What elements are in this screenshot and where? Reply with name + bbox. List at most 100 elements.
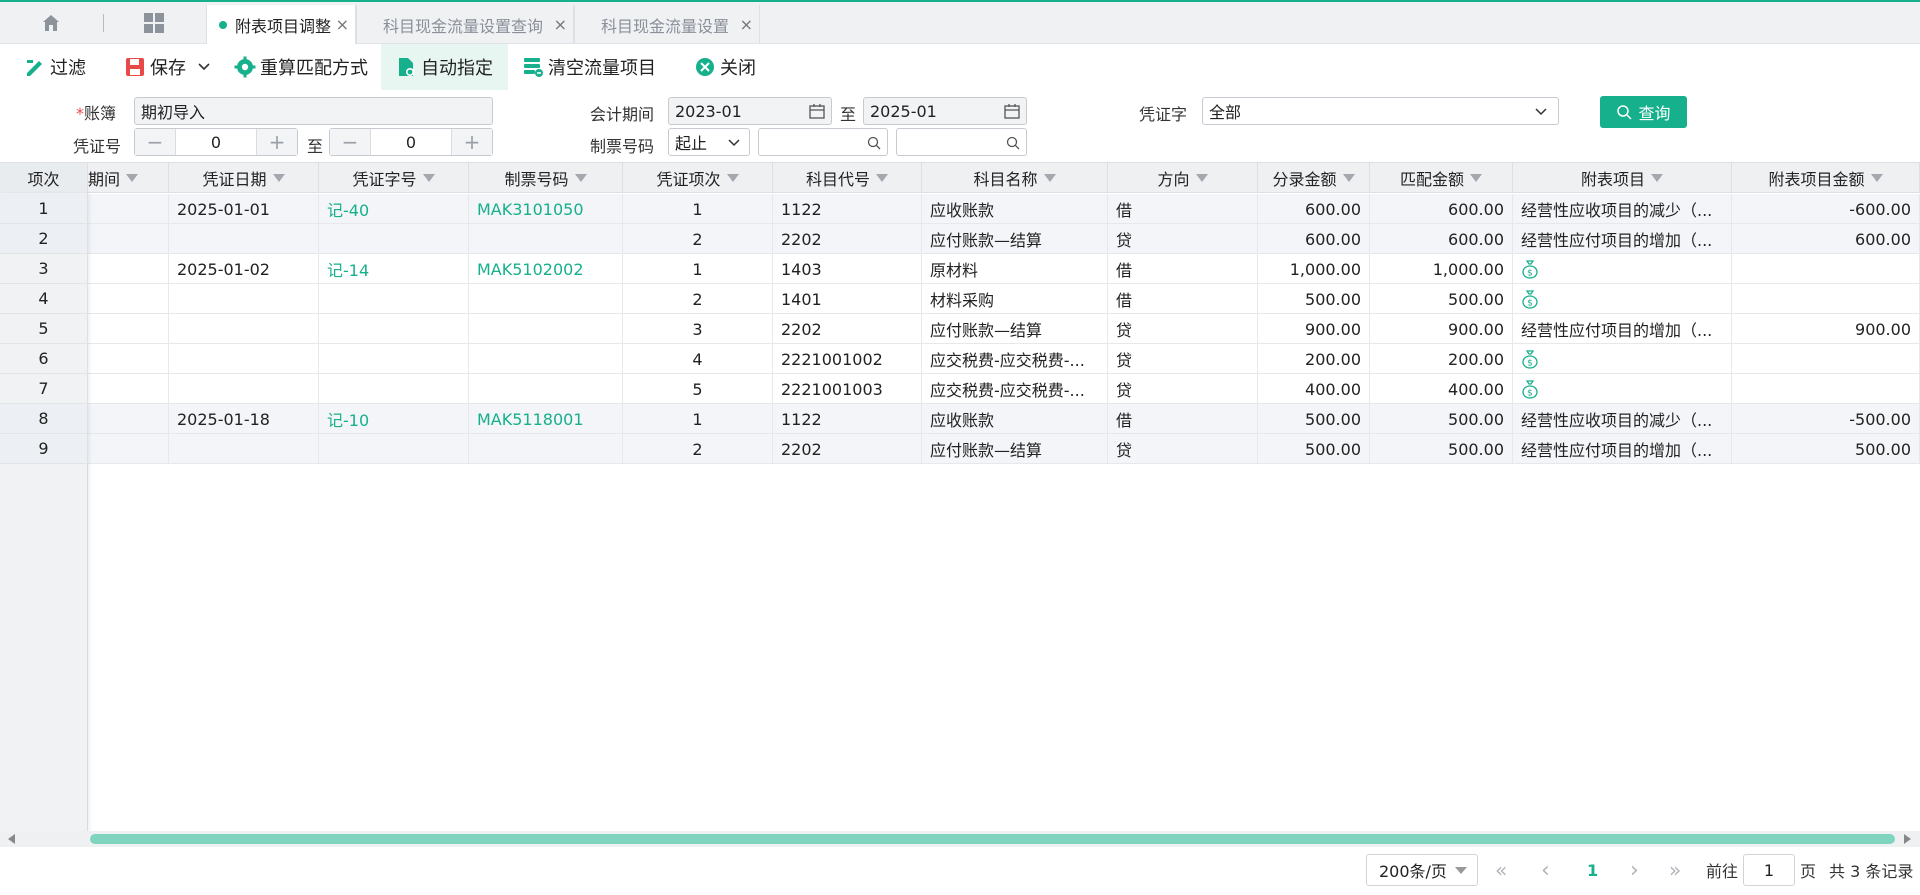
header-subject-name[interactable]: 科目名称 xyxy=(922,163,1108,193)
table-row[interactable]: 2025-01-02 记-14 MAK5102002 1 1403 原材料借 1,000.0… xyxy=(0,254,1920,284)
table-row[interactable]: 2 2202 应付账款—结算贷 600.00 600.00 经营性应付项目的增加（... 6… xyxy=(0,224,1920,254)
ledger-field[interactable]: 期初导入 xyxy=(134,97,493,125)
clear-flow-button[interactable]: 清空流量项目 xyxy=(522,44,656,90)
filter-icon[interactable] xyxy=(1651,174,1663,182)
table-row[interactable]: 2025-01-18 记-10 MAK5118001 1 1122 应收账款借 500.00… xyxy=(0,404,1920,434)
table-row[interactable]: 3 2202 应付账款—结算贷 900.00 900.00 经营性应付项目的增加（... 9… xyxy=(0,314,1920,344)
header-direction[interactable]: 方向 xyxy=(1108,163,1258,193)
filter-icon[interactable] xyxy=(422,174,435,182)
header-ticket-no[interactable]: 制票号码 xyxy=(469,163,623,193)
header-schedule-item-amount[interactable]: 附表项目金额 xyxy=(1732,163,1920,193)
table-row[interactable]: 5 2221001003 应交税费-应交税费-... 贷 400.00 400.00 $ xyxy=(0,374,1920,404)
cell-voucher-word[interactable]: 记-14 xyxy=(319,254,469,284)
close-tab-icon[interactable]: × xyxy=(336,15,349,34)
cell-voucher-word[interactable]: 记-40 xyxy=(319,194,469,224)
scroll-left-icon[interactable] xyxy=(8,834,15,844)
header-subject-code[interactable]: 科目代号 xyxy=(773,163,922,193)
table-row[interactable]: 2 2202 应付账款—结算贷 500.00 500.00 经营性应付项目的增加（... 5… xyxy=(0,434,1920,464)
cell-ticket-no[interactable]: MAK5102002 xyxy=(469,254,623,284)
period-to-field[interactable]: 2025-01 xyxy=(863,97,1027,125)
filter-icon[interactable] xyxy=(1342,174,1355,182)
close-button[interactable]: 关闭 xyxy=(694,44,756,90)
cell-voucher-word[interactable] xyxy=(319,284,469,314)
tab-subject-cashflow-settings[interactable]: 科目现金流量设置 × xyxy=(574,5,760,44)
grid-menu-icon[interactable] xyxy=(141,2,167,44)
auto-assign-button[interactable]: 自动指定 xyxy=(381,44,508,90)
plus-icon[interactable]: + xyxy=(452,129,492,155)
current-page[interactable]: 1 xyxy=(1587,854,1598,886)
plus-icon[interactable]: + xyxy=(257,129,297,155)
minus-icon[interactable]: − xyxy=(330,129,370,155)
voucher-no-from-stepper[interactable]: − 0 + xyxy=(134,128,298,156)
chevron-down-icon[interactable] xyxy=(196,59,212,75)
ticket-mode-select[interactable]: 起止 xyxy=(668,128,750,156)
money-bag-icon[interactable]: $ xyxy=(1521,259,1539,279)
goto-page-input[interactable]: 1 xyxy=(1743,854,1795,886)
cell-schedule-item[interactable]: $ xyxy=(1513,254,1732,284)
minus-icon[interactable]: − xyxy=(135,129,175,155)
cell-voucher-word[interactable]: 记-10 xyxy=(319,404,469,434)
cell-ticket-no[interactable] xyxy=(469,434,623,464)
cell-ticket-no[interactable] xyxy=(469,224,623,254)
cell-ticket-no[interactable]: MAK5118001 xyxy=(469,404,623,434)
cell-voucher-word[interactable] xyxy=(319,374,469,404)
filter-icon[interactable] xyxy=(876,174,888,182)
filter-icon[interactable] xyxy=(1043,174,1056,182)
cell-ticket-no[interactable] xyxy=(469,314,623,344)
money-bag-icon[interactable]: $ xyxy=(1521,379,1539,399)
header-schedule-item[interactable]: 附表项目 xyxy=(1513,163,1732,193)
first-page-icon[interactable]: « xyxy=(1495,854,1507,886)
ticket-to-field[interactable] xyxy=(896,128,1027,156)
scrollbar-thumb[interactable] xyxy=(90,834,1895,844)
cell-ticket-no[interactable]: MAK3101050 xyxy=(469,194,623,224)
cell-ticket-no[interactable] xyxy=(469,344,623,374)
scroll-right-icon[interactable] xyxy=(1904,834,1911,844)
filter-icon[interactable] xyxy=(574,174,587,182)
close-tab-icon[interactable]: × xyxy=(554,15,567,34)
header-voucher-seq[interactable]: 凭证项次 xyxy=(623,163,773,193)
recalc-match-button[interactable]: 重算匹配方式 xyxy=(234,44,368,90)
header-voucher-word[interactable]: 凭证字号 xyxy=(319,163,469,193)
table-row[interactable]: 4 2221001002 应交税费-应交税费-... 贷 200.00 200.00 $ xyxy=(0,344,1920,374)
filter-icon[interactable] xyxy=(1470,174,1482,182)
filter-icon[interactable] xyxy=(126,174,139,182)
cell-ticket-no[interactable] xyxy=(469,284,623,314)
prev-page-icon[interactable]: ‹ xyxy=(1541,854,1550,886)
table-row[interactable]: 2025-01-01 记-40 MAK3101050 1 1122 应收账款借 600.00… xyxy=(0,194,1920,224)
ticket-from-field[interactable] xyxy=(758,128,888,156)
cell-voucher-word[interactable] xyxy=(319,314,469,344)
header-entry-amount[interactable]: 分录金额 xyxy=(1258,163,1370,193)
tab-adjust-items[interactable]: 附表项目调整 × xyxy=(206,5,356,44)
filter-icon[interactable] xyxy=(272,174,285,182)
cell-schedule-item[interactable]: $ xyxy=(1513,374,1732,404)
save-button[interactable]: 保存 xyxy=(124,44,216,90)
filter-icon[interactable] xyxy=(726,174,739,182)
search-icon[interactable] xyxy=(1006,136,1020,150)
cell-voucher-word[interactable] xyxy=(319,224,469,254)
horizontal-scrollbar[interactable] xyxy=(0,831,1920,847)
header-voucher-date[interactable]: 凭证日期 xyxy=(169,163,319,193)
search-icon[interactable] xyxy=(867,136,881,150)
close-tab-icon[interactable]: × xyxy=(740,15,753,34)
filter-icon[interactable] xyxy=(1195,174,1208,182)
header-match-amount[interactable]: 匹配金额 xyxy=(1370,163,1513,193)
page-size-select[interactable]: 200条/页 xyxy=(1366,854,1478,886)
home-icon[interactable] xyxy=(36,2,66,44)
cell-schedule-item[interactable]: $ xyxy=(1513,284,1732,314)
last-page-icon[interactable]: » xyxy=(1669,854,1681,886)
header-period[interactable]: 期间 xyxy=(88,163,169,193)
filter-icon[interactable] xyxy=(1870,174,1883,182)
money-bag-icon[interactable]: $ xyxy=(1521,349,1539,369)
money-bag-icon[interactable]: $ xyxy=(1521,289,1539,309)
voucher-no-to-stepper[interactable]: − 0 + xyxy=(329,128,493,156)
table-row[interactable]: 2 1401 材料采购借 500.00 500.00 $ xyxy=(0,284,1920,314)
query-button[interactable]: 查询 xyxy=(1600,96,1687,128)
cell-schedule-item[interactable]: $ xyxy=(1513,344,1732,374)
period-from-field[interactable]: 2023-01 xyxy=(668,97,832,125)
filter-button[interactable]: 过滤 xyxy=(24,44,86,90)
cell-ticket-no[interactable] xyxy=(469,374,623,404)
tab-subject-cashflow-query[interactable]: 科目现金流量设置查询 × xyxy=(356,5,574,44)
cell-voucher-word[interactable] xyxy=(319,344,469,374)
voucher-word-select[interactable]: 全部 xyxy=(1202,97,1559,125)
next-page-icon[interactable]: › xyxy=(1630,854,1639,886)
